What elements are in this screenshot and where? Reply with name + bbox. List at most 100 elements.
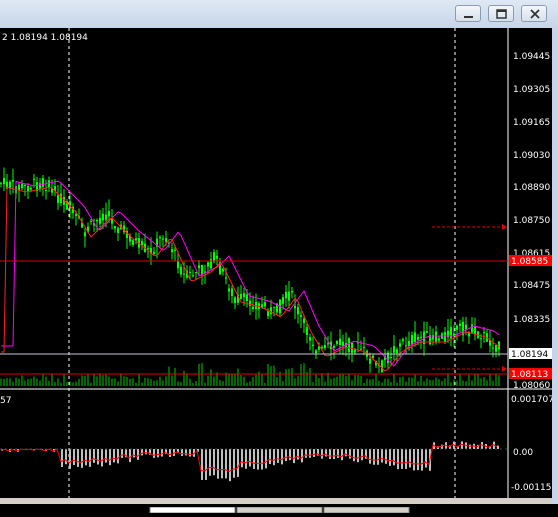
candle-body — [30, 188, 32, 189]
candle-body — [90, 221, 92, 222]
histogram-bar — [269, 449, 271, 464]
candle-body — [369, 359, 371, 364]
candle-body — [474, 326, 476, 334]
candle-body — [159, 237, 161, 238]
price-tick: 1.09445 — [513, 52, 550, 62]
candle-body — [3, 178, 5, 184]
candle-body — [270, 307, 272, 314]
histogram-bar — [405, 449, 407, 469]
candle-body — [60, 194, 62, 203]
candle-body — [45, 190, 47, 191]
price-chart[interactable]: 2 1.08194 1.08194 1.09445 1.09305 1.0916… — [0, 28, 552, 498]
candle-body — [456, 326, 458, 330]
candle-body — [444, 332, 446, 342]
histogram-bar — [313, 449, 315, 457]
indicator-label: 57 — [0, 396, 11, 406]
candle-body — [231, 289, 233, 296]
candle-body — [411, 335, 413, 344]
candle-body — [171, 249, 173, 252]
histogram-bar — [281, 449, 283, 464]
histogram-bar — [77, 449, 79, 467]
window-titlebar — [0, 0, 558, 28]
histogram-bar — [417, 449, 419, 470]
candle-body — [297, 307, 299, 314]
histogram-bar — [497, 446, 499, 449]
candle-body — [267, 311, 269, 316]
minimize-icon — [456, 6, 482, 23]
histogram-bar — [189, 449, 191, 457]
candle-body — [465, 325, 467, 330]
candle-body — [336, 341, 338, 344]
candle-body — [312, 345, 314, 346]
histogram-bar — [321, 449, 323, 459]
restore-button[interactable] — [488, 5, 514, 22]
histogram-bar — [265, 449, 267, 468]
candle-body — [21, 184, 23, 188]
histogram-bar — [65, 449, 67, 464]
histogram-bar — [105, 449, 107, 463]
close-button[interactable] — [521, 5, 547, 22]
candle-body — [288, 292, 290, 301]
candle-body — [414, 332, 416, 342]
chart-canvas[interactable]: 2 1.08194 1.08194 1.09445 1.09305 1.0916… — [0, 28, 552, 498]
candle-body — [108, 211, 110, 216]
candle-body — [234, 297, 236, 303]
price-label-level-1-text: 1.08585 — [511, 257, 548, 267]
candle-body — [294, 306, 296, 309]
candle-body — [213, 252, 215, 262]
candle-body — [27, 186, 29, 192]
candle-body — [180, 267, 182, 275]
chart-tabs-bar[interactable] — [0, 498, 552, 504]
candle-body — [492, 348, 494, 349]
histogram-bar — [61, 449, 63, 467]
histogram-bar — [297, 449, 299, 459]
indicator-tick: -0.00115 — [511, 483, 551, 493]
histogram-bar — [213, 449, 215, 475]
candle-body — [324, 345, 326, 348]
candle-body — [198, 265, 200, 268]
histogram-bar — [113, 449, 115, 462]
current-price-label-text: 1.08194 — [511, 350, 548, 360]
histogram-bar — [201, 449, 203, 480]
candle-body — [405, 345, 407, 346]
price-tick: 1.09165 — [513, 118, 550, 128]
histogram-bar — [209, 449, 211, 476]
target-arrow-icon — [502, 224, 507, 230]
chart-tab[interactable] — [324, 507, 409, 513]
candle-body — [381, 360, 383, 372]
histogram-bar — [357, 449, 359, 462]
candle-body — [147, 248, 149, 249]
chart-tab[interactable] — [150, 507, 235, 513]
histogram-bar — [225, 449, 227, 478]
candle-body — [342, 342, 344, 346]
histogram-bar — [385, 449, 387, 464]
candle-body — [327, 343, 329, 344]
candle-body — [483, 332, 485, 333]
histogram-bar — [93, 449, 95, 463]
candle-body — [201, 265, 203, 275]
candle-body — [417, 337, 419, 340]
target-arrow-icon — [502, 366, 507, 372]
candle-body — [33, 179, 35, 180]
histogram-bar — [369, 449, 371, 464]
histogram-bar — [221, 449, 223, 478]
candle-body — [291, 291, 293, 293]
chart-tab[interactable] — [237, 507, 322, 513]
histogram-bar — [181, 449, 183, 456]
histogram-bar — [229, 449, 231, 481]
candle-body — [360, 349, 362, 350]
histogram-bar — [249, 449, 251, 466]
candle-body — [0, 183, 2, 184]
histogram-bar — [413, 449, 415, 470]
minimize-button[interactable] — [455, 5, 481, 22]
histogram-bar — [69, 449, 71, 469]
histogram-bar — [145, 449, 147, 454]
histogram-bar — [373, 449, 375, 465]
candle-body — [402, 339, 404, 341]
candle-body — [165, 238, 167, 242]
histogram-bar — [425, 449, 427, 468]
histogram-bar — [245, 449, 247, 469]
histogram-bar — [337, 449, 339, 458]
candle-body — [24, 185, 26, 186]
candle-body — [42, 178, 44, 187]
